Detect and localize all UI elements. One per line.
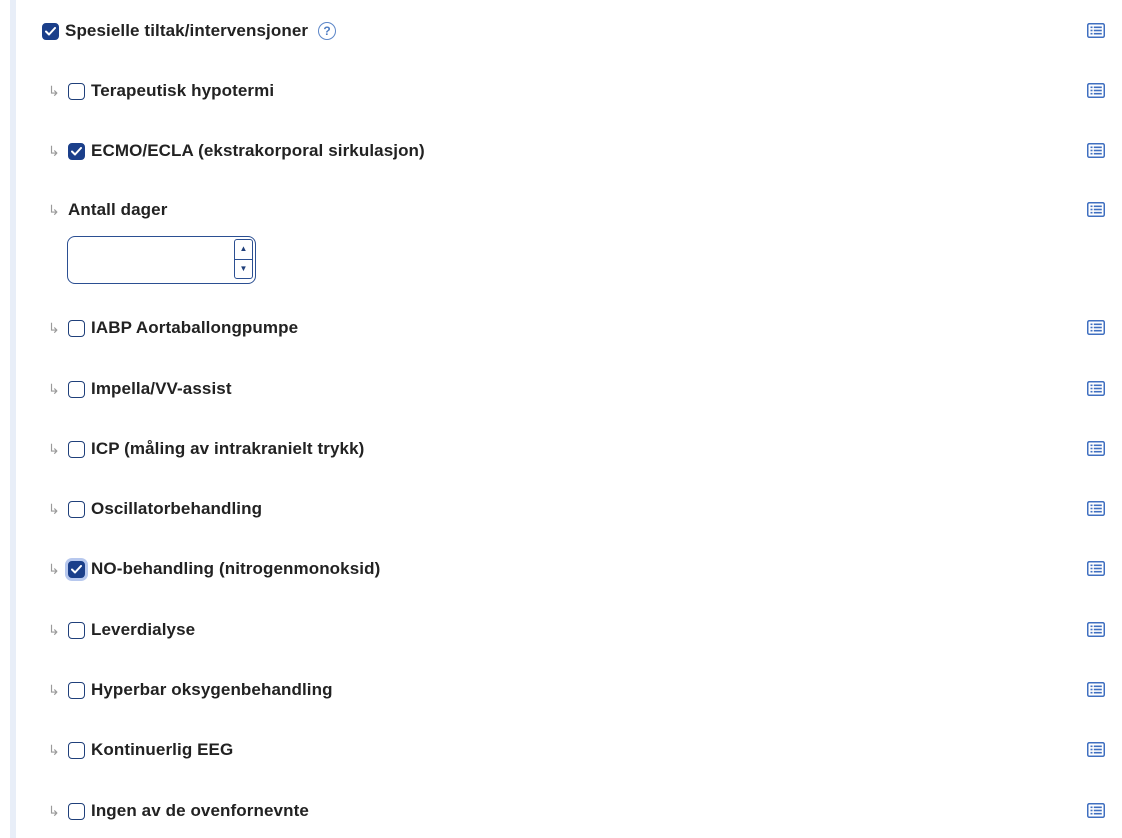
label-terapeutisk-hypotermi: Terapeutisk hypotermi <box>91 81 275 100</box>
label-no-behandling: NO-behandling (nitrogenmonoksid) <box>91 559 381 578</box>
section-checkbox[interactable] <box>42 22 59 40</box>
label-leverdialyse: Leverdialyse <box>91 620 196 639</box>
item-row-icp: ↳ ICP (måling av intrakranielt trykk) <box>0 434 1122 464</box>
list-icon[interactable] <box>1087 803 1105 818</box>
checkbox-hyperbar[interactable] <box>68 681 85 699</box>
sub-arrow-icon: ↳ <box>48 622 60 638</box>
item-row-ingen: ↳ Ingen av de ovenfornevnte <box>0 796 1122 826</box>
section-label: Spesielle tiltak/intervensjoner <box>65 21 309 40</box>
sub-arrow-icon: ↳ <box>48 682 60 698</box>
label-kontinuerlig-eeg: Kontinuerlig EEG <box>91 740 234 759</box>
checkbox-terapeutisk-hypotermi[interactable] <box>68 82 85 100</box>
sub-arrow-icon: ↳ <box>48 501 60 517</box>
list-icon[interactable] <box>1087 202 1105 217</box>
sub-arrow-icon: ↳ <box>48 143 60 159</box>
item-row-leverdialyse: ↳ Leverdialyse <box>0 615 1122 645</box>
sub-arrow-icon: ↳ <box>48 742 60 758</box>
checkbox-no-behandling[interactable] <box>68 560 85 578</box>
label-antall-dager: Antall dager <box>68 200 168 219</box>
form-page: Spesielle tiltak/intervensjoner ? ↳ Tera… <box>0 0 1122 838</box>
label-ecmo-ecla: ECMO/ECLA (ekstrakorporal sirkulasjon) <box>91 141 425 160</box>
sub-arrow-icon: ↳ <box>48 803 60 819</box>
help-icon[interactable]: ? <box>318 22 337 40</box>
sub-arrow-icon: ↳ <box>48 320 60 336</box>
list-icon[interactable] <box>1087 381 1105 396</box>
list-icon[interactable] <box>1087 742 1105 757</box>
item-row-ecmo-ecla: ↳ ECMO/ECLA (ekstrakorporal sirkulasjon) <box>0 136 1122 166</box>
label-oscillatorbehandling: Oscillatorbehandling <box>91 499 263 518</box>
antall-dager-input[interactable] <box>76 245 230 275</box>
item-row-no-behandling: ↳ NO-behandling (nitrogenmonoksid) <box>0 554 1122 584</box>
checkbox-icp[interactable] <box>68 440 85 458</box>
list-icon[interactable] <box>1087 441 1105 456</box>
checkbox-leverdialyse[interactable] <box>68 621 85 639</box>
item-row-impella: ↳ Impella/VV-assist <box>0 374 1122 404</box>
item-row-oscillatorbehandling: ↳ Oscillatorbehandling <box>0 494 1122 524</box>
checkbox-iabp[interactable] <box>68 319 85 337</box>
sub-arrow-icon: ↳ <box>48 381 60 397</box>
list-icon[interactable] <box>1087 83 1105 98</box>
item-row-kontinuerlig-eeg: ↳ Kontinuerlig EEG <box>0 735 1122 765</box>
list-icon[interactable] <box>1087 501 1105 516</box>
list-icon[interactable] <box>1087 143 1105 158</box>
label-iabp: IABP Aortaballongpumpe <box>91 318 299 337</box>
label-hyperbar: Hyperbar oksygenbehandling <box>91 680 333 699</box>
item-row-antall-dager: ↳ Antall dager <box>0 195 1122 225</box>
spinner: ▲ ▼ <box>234 239 253 279</box>
sub-arrow-icon: ↳ <box>48 83 60 99</box>
item-row-terapeutisk-hypotermi: ↳ Terapeutisk hypotermi <box>0 76 1122 106</box>
list-icon[interactable] <box>1087 682 1105 697</box>
item-row-iabp: ↳ IABP Aortaballongpumpe <box>0 313 1122 343</box>
checkbox-impella[interactable] <box>68 380 85 398</box>
list-icon[interactable] <box>1087 320 1105 335</box>
sub-arrow-icon: ↳ <box>48 441 60 457</box>
list-icon[interactable] <box>1087 23 1105 38</box>
label-ingen: Ingen av de ovenfornevnte <box>91 801 309 820</box>
checkbox-kontinuerlig-eeg[interactable] <box>68 741 85 759</box>
list-icon[interactable] <box>1087 561 1105 576</box>
spin-up-button[interactable]: ▲ <box>235 240 252 260</box>
section-row: Spesielle tiltak/intervensjoner ? <box>0 16 1122 46</box>
label-impella: Impella/VV-assist <box>91 379 232 398</box>
label-icp: ICP (måling av intrakranielt trykk) <box>91 439 365 458</box>
checkbox-ingen[interactable] <box>68 802 85 820</box>
sub-arrow-icon: ↳ <box>48 202 60 218</box>
checkbox-ecmo-ecla[interactable] <box>68 142 85 160</box>
interventions-form: Spesielle tiltak/intervensjoner ? ↳ Tera… <box>0 0 1122 838</box>
spin-down-button[interactable]: ▼ <box>235 260 252 279</box>
antall-dager-stepper: ▲ ▼ <box>67 236 256 284</box>
checkbox-oscillatorbehandling[interactable] <box>68 500 85 518</box>
sub-arrow-icon: ↳ <box>48 561 60 577</box>
list-icon[interactable] <box>1087 622 1105 637</box>
item-row-hyperbar: ↳ Hyperbar oksygenbehandling <box>0 675 1122 705</box>
